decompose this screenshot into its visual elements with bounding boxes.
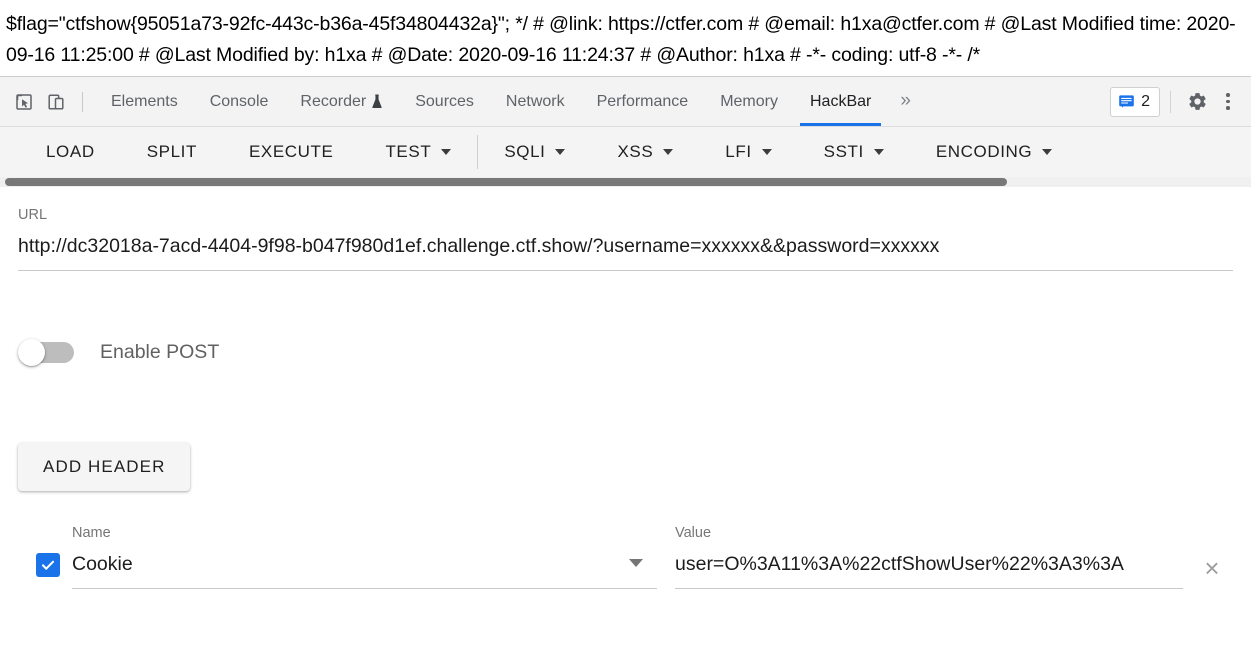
url-field-group: URL	[18, 187, 1233, 271]
tab-label: Memory	[720, 92, 778, 110]
enable-post-row: Enable POST	[18, 339, 1233, 366]
remove-header-icon[interactable]: ×	[1195, 551, 1229, 585]
devtools-tabs: Elements Console Recorder Sources Networ…	[95, 77, 924, 126]
tab-label: Recorder	[300, 92, 367, 110]
hackbar-menu-load[interactable]: LOAD	[20, 127, 121, 177]
hackbar-menu-label: XSS	[617, 142, 654, 161]
tab-performance[interactable]: Performance	[581, 77, 705, 126]
hackbar-menu-encoding[interactable]: ENCODING	[910, 127, 1078, 177]
header-value-input[interactable]	[675, 542, 1183, 589]
devtools-toolbar-right: 2	[1110, 86, 1241, 118]
tab-label: Console	[209, 92, 269, 110]
tab-hackbar[interactable]: HackBar	[794, 77, 887, 126]
hackbar-menu-label: SSTI	[823, 142, 864, 161]
header-enabled-cell	[18, 553, 72, 589]
hackbar-menu-label: TEST	[385, 142, 432, 161]
hackbar-menu-test[interactable]: TEST	[359, 127, 477, 177]
message-count-badge[interactable]: 2	[1110, 86, 1160, 117]
page-source-text: $flag="ctfshow{95051a73-92fc-443c-b36a-4…	[6, 13, 1236, 66]
header-name-input[interactable]	[72, 542, 657, 589]
url-input[interactable]	[18, 224, 1233, 271]
chevron-down-icon	[873, 149, 884, 155]
tab-label: Elements	[111, 92, 178, 110]
hackbar-horizontal-scrollbar[interactable]	[0, 177, 1251, 187]
tab-label: Sources	[415, 92, 474, 110]
hackbar-menu-xss[interactable]: XSS	[591, 127, 699, 177]
inspect-element-icon[interactable]	[8, 86, 40, 118]
hackbar-menu-ssti[interactable]: SSTI	[798, 127, 910, 177]
tab-elements[interactable]: Elements	[95, 77, 194, 126]
header-name-dropdown-icon[interactable]	[629, 559, 643, 567]
hackbar-content: URL Enable POST ADD HEADER Name	[0, 187, 1251, 622]
hackbar-menu-label: SQLI	[504, 142, 546, 161]
hackbar-menu-split[interactable]: SPLIT	[121, 127, 223, 177]
toolbar-divider	[82, 91, 83, 112]
header-value-column-label: Value	[675, 525, 712, 541]
chevron-down-icon	[1042, 149, 1053, 155]
hackbar-menu-label: SPLIT	[146, 142, 197, 161]
tab-label: Performance	[596, 92, 689, 110]
hackbar-menu-sqli[interactable]: SQLI	[478, 127, 591, 177]
enable-post-toggle[interactable]	[18, 339, 76, 366]
toolbar-divider-right	[1170, 90, 1171, 113]
message-count: 2	[1141, 92, 1150, 110]
kebab-menu-icon[interactable]	[1215, 87, 1241, 117]
chevron-down-icon	[761, 149, 772, 155]
tab-label: Network	[505, 92, 565, 110]
tab-network[interactable]: Network	[490, 77, 581, 126]
hackbar-menu-label: EXECUTE	[248, 142, 334, 161]
flask-icon	[371, 94, 383, 109]
header-value-cell: Value ×	[675, 524, 1233, 589]
toggle-knob	[18, 339, 45, 366]
url-field-label: URL	[18, 207, 48, 223]
chevron-down-icon	[663, 149, 674, 155]
enable-post-label: Enable POST	[100, 340, 220, 363]
tab-recorder[interactable]: Recorder	[284, 77, 399, 126]
scrollbar-thumb[interactable]	[5, 178, 1007, 186]
header-name-cell: Name	[72, 524, 657, 589]
tab-memory[interactable]: Memory	[704, 77, 794, 126]
header-name-column-label: Name	[72, 525, 111, 541]
devtools-panel: Elements Console Recorder Sources Networ…	[0, 76, 1251, 622]
add-header-button[interactable]: ADD HEADER	[18, 443, 191, 491]
message-icon	[1118, 93, 1135, 110]
chevron-down-icon	[441, 149, 452, 155]
hackbar-menu-bar: LOAD SPLIT EXECUTE TEST SQLI XSS LFI SST…	[0, 127, 1251, 177]
hackbar-menu-label: ENCODING	[935, 142, 1033, 161]
hackbar-menu-label: LOAD	[46, 142, 95, 161]
tab-sources[interactable]: Sources	[399, 77, 490, 126]
device-toolbar-icon[interactable]	[40, 86, 72, 118]
more-tabs-icon[interactable]: »	[887, 91, 924, 110]
header-enabled-checkbox[interactable]	[36, 553, 60, 577]
hackbar-menu-lfi[interactable]: LFI	[699, 127, 797, 177]
chevron-down-icon	[555, 149, 566, 155]
tab-console[interactable]: Console	[194, 77, 285, 126]
headers-table: Name Value ×	[18, 524, 1233, 589]
devtools-tab-strip: Elements Console Recorder Sources Networ…	[0, 77, 1251, 127]
hackbar-menu-label: LFI	[725, 142, 752, 161]
hackbar-menu-execute[interactable]: EXECUTE	[223, 127, 360, 177]
gear-icon[interactable]	[1181, 86, 1213, 118]
tab-label: HackBar	[809, 92, 872, 110]
